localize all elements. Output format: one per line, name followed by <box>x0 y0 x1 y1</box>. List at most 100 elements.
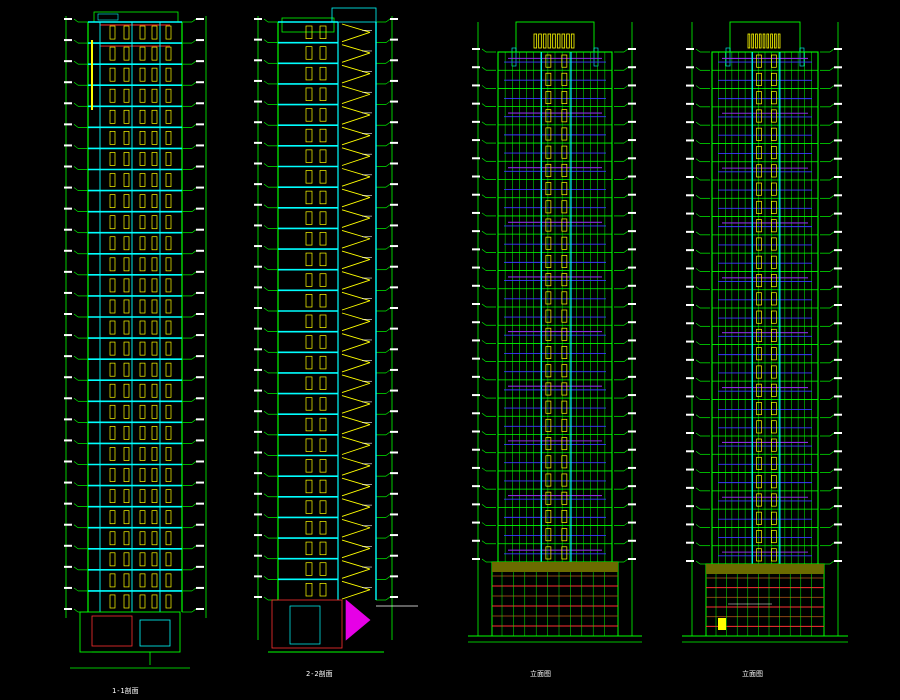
level-mark-tick <box>481 85 487 89</box>
level-mark-tick <box>623 358 629 362</box>
level-mark-tick <box>191 60 197 65</box>
level-mark-tick <box>73 440 79 444</box>
opening <box>319 128 327 143</box>
stair-window <box>545 309 552 323</box>
crown-panel <box>561 33 566 49</box>
stair-window <box>756 91 762 105</box>
level-label <box>64 165 72 168</box>
opening <box>123 236 130 251</box>
level-label <box>390 183 398 186</box>
opening <box>165 468 172 482</box>
stair-window <box>771 420 777 434</box>
stair-window <box>756 493 762 507</box>
level-label <box>472 139 480 142</box>
opening <box>165 510 172 525</box>
stair-window <box>545 255 552 268</box>
level-mark-tick <box>73 419 79 423</box>
level-label <box>834 102 842 105</box>
level-mark-tick <box>263 183 269 188</box>
level-label <box>254 492 262 495</box>
level-label <box>628 394 636 397</box>
level-mark-tick <box>623 540 629 545</box>
level-mark-tick <box>481 540 487 545</box>
stair-window <box>545 364 552 378</box>
stair-window <box>545 546 552 560</box>
opening <box>305 417 313 432</box>
level-label <box>686 230 694 233</box>
level-label <box>472 266 480 269</box>
level-label <box>64 228 72 231</box>
opening <box>139 25 146 40</box>
level-mark-tick <box>263 431 269 436</box>
level-label <box>834 139 842 142</box>
opening <box>305 355 313 370</box>
stair-window <box>771 310 777 324</box>
opening <box>305 583 313 597</box>
level-label <box>390 472 398 475</box>
stair-window <box>561 255 568 268</box>
stair-window <box>756 456 762 470</box>
level-label <box>472 48 480 50</box>
level-label <box>686 84 694 87</box>
level-mark-tick <box>191 103 197 107</box>
opening <box>319 541 327 556</box>
level-mark-tick <box>73 334 79 339</box>
opening <box>319 479 327 494</box>
level-label <box>628 66 636 69</box>
stair-window <box>771 456 777 470</box>
level-label <box>196 291 204 294</box>
level-mark-tick <box>829 505 835 510</box>
stair-window <box>561 109 568 123</box>
level-mark-tick <box>263 287 269 291</box>
stair-flight <box>341 547 371 559</box>
crown-pier <box>725 47 731 67</box>
level-label <box>254 534 262 537</box>
opening <box>165 152 172 166</box>
level-mark-tick <box>263 349 269 353</box>
level-label <box>628 485 636 488</box>
level-label <box>628 357 636 360</box>
opening <box>151 67 158 82</box>
opening <box>319 66 327 81</box>
opening <box>165 257 172 272</box>
level-mark-tick <box>73 566 79 571</box>
level-label <box>686 450 694 453</box>
crown-panel <box>542 33 547 49</box>
level-mark-tick <box>191 166 197 170</box>
level-label <box>254 307 262 309</box>
level-mark-tick <box>623 485 629 490</box>
level-mark-tick <box>829 323 835 327</box>
stair-window <box>771 530 777 544</box>
opening <box>139 299 146 314</box>
stair-window <box>561 273 568 287</box>
opening <box>123 152 130 166</box>
level-label <box>390 596 398 598</box>
level-label <box>686 377 694 380</box>
level-mark-tick <box>73 313 79 318</box>
opening <box>123 194 130 208</box>
stair-flight <box>341 147 371 157</box>
level-label <box>628 175 636 178</box>
stair-flight <box>341 589 371 600</box>
level-label <box>686 194 694 197</box>
opening <box>123 46 130 61</box>
level-label <box>390 224 398 227</box>
stair-flight <box>341 362 371 373</box>
stair-window <box>545 218 552 232</box>
level-mark-tick <box>385 410 391 415</box>
level-mark-tick <box>191 81 197 86</box>
level-label <box>834 157 842 160</box>
opening <box>151 194 158 208</box>
level-mark-tick <box>191 503 197 507</box>
stair-window <box>756 365 762 379</box>
opening <box>151 109 158 124</box>
opening <box>139 489 146 503</box>
level-label <box>390 451 398 454</box>
level-label <box>686 505 694 508</box>
level-mark-tick <box>191 18 197 23</box>
level-label <box>686 468 694 471</box>
crown-panel <box>547 33 552 49</box>
level-label <box>628 284 636 287</box>
level-mark-tick <box>263 142 269 147</box>
level-label <box>196 102 204 105</box>
